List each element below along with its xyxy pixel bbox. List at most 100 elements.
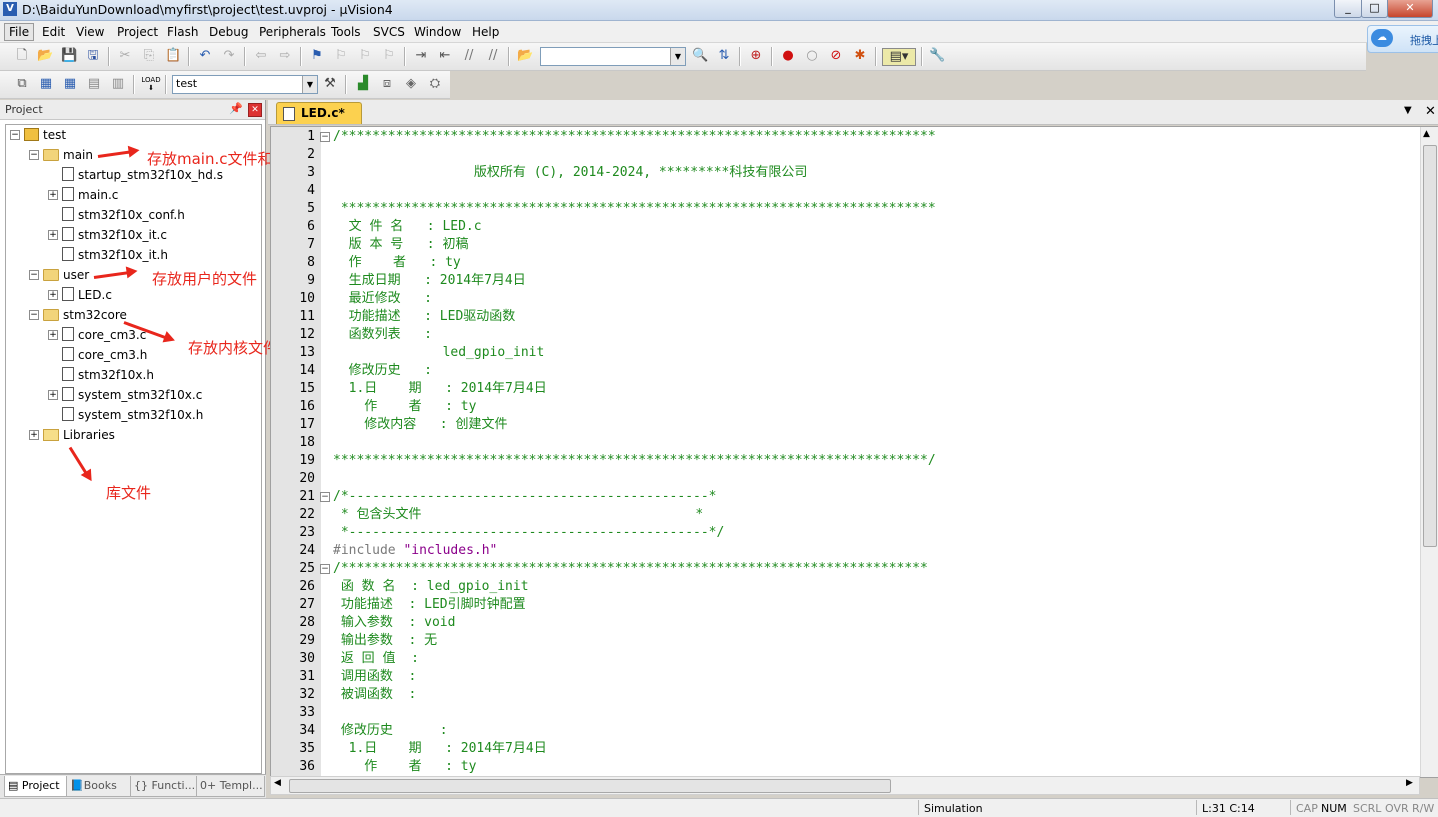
menu-debug[interactable]: Debug <box>205 24 252 40</box>
baidu-drag-widget[interactable]: ☁ 拖拽上 <box>1367 25 1438 53</box>
find-combo[interactable]: ▼ <box>540 47 686 66</box>
tree-item[interactable]: stm32f10x.h <box>62 366 154 384</box>
menu-peripherals[interactable]: Peripherals <box>255 24 330 40</box>
menu-svcs[interactable]: SVCS <box>369 24 409 40</box>
collapse-icon[interactable]: − <box>29 270 39 280</box>
batch-build-icon[interactable]: ▤ <box>86 76 102 92</box>
breakpoint-icon[interactable]: ● <box>780 48 796 64</box>
nav-back-icon[interactable]: ⇦ <box>253 48 269 64</box>
close-icon[interactable]: ✕ <box>248 103 262 117</box>
find-icon[interactable]: 🔍 <box>692 48 708 64</box>
code-editor[interactable]: 1−/*************************************… <box>270 126 1438 778</box>
run-time-env-icon[interactable]: ◈ <box>403 76 419 92</box>
tree-item[interactable]: + stm32f10x_it.c <box>48 226 167 244</box>
nav-forward-icon[interactable]: ⇨ <box>277 48 293 64</box>
next-bookmark-icon[interactable]: ⚐ <box>357 48 373 64</box>
tree-item[interactable]: core_cm3.h <box>62 346 147 364</box>
save-icon[interactable]: 💾 <box>61 48 77 64</box>
minimize-button[interactable]: _ <box>1334 0 1362 18</box>
disable-breakpoint-icon[interactable]: ○ <box>804 48 820 64</box>
comment-icon[interactable]: // <box>461 48 477 64</box>
horizontal-scroll-thumb[interactable] <box>289 779 891 793</box>
kill-breakpoints-icon[interactable]: ✱ <box>852 48 868 64</box>
pin-icon[interactable]: 📌 <box>229 102 243 115</box>
prev-bookmark-icon[interactable]: ⚐ <box>333 48 349 64</box>
redo-icon[interactable]: ↷ <box>221 48 237 64</box>
fold-toggle-icon[interactable]: − <box>320 564 330 574</box>
fold-toggle-icon[interactable]: − <box>320 132 330 142</box>
tree-item[interactable]: − user <box>29 266 89 284</box>
menu-tools[interactable]: Tools <box>327 24 365 40</box>
select-packs-icon[interactable]: ⧈ <box>379 76 395 92</box>
start-debug-icon[interactable]: ⊕ <box>748 48 764 64</box>
menu-edit[interactable]: Edit <box>38 24 69 40</box>
clear-bookmarks-icon[interactable]: ⚐ <box>381 48 397 64</box>
target-options-icon[interactable]: ⚒ <box>322 76 338 92</box>
vertical-scrollbar[interactable]: ▲ <box>1420 127 1438 777</box>
rebuild-icon[interactable]: ▦ <box>62 76 78 92</box>
build-icon[interactable]: ▦ <box>38 76 54 92</box>
tab-list-chevron-icon[interactable]: ▼ <box>1404 105 1412 116</box>
paste-icon[interactable]: 📋 <box>165 48 181 64</box>
tree-item[interactable]: − main <box>29 146 93 164</box>
collapse-icon[interactable]: − <box>10 130 20 140</box>
bookmark-icon[interactable]: ⚑ <box>309 48 325 64</box>
cut-icon[interactable]: ✂ <box>117 48 133 64</box>
tab-project[interactable]: ▤ Project <box>4 776 67 797</box>
target-combo[interactable]: test ▼ <box>172 75 318 94</box>
close-tab-icon[interactable]: ✕ <box>1425 104 1436 119</box>
incremental-find-icon[interactable]: ⇅ <box>716 48 732 64</box>
expand-icon[interactable]: + <box>48 230 58 240</box>
clear-breakpoints-icon[interactable]: ⊘ <box>828 48 844 64</box>
tree-item[interactable]: stm32f10x_it.h <box>62 246 168 264</box>
undo-icon[interactable]: ↶ <box>197 48 213 64</box>
horizontal-scrollbar[interactable]: ◀ ▶ <box>270 776 1420 795</box>
tab-templates[interactable]: 0+ Templ... <box>196 776 265 797</box>
vertical-scroll-thumb[interactable] <box>1423 145 1437 547</box>
maximize-button[interactable]: □ <box>1361 0 1388 18</box>
scroll-up-icon[interactable]: ▲ <box>1423 129 1430 139</box>
scroll-left-icon[interactable]: ◀ <box>274 778 281 788</box>
scroll-right-icon[interactable]: ▶ <box>1406 778 1413 788</box>
tree-item[interactable]: + Libraries <box>29 426 115 444</box>
pack-installer-icon[interactable]: ⛭ <box>427 76 443 92</box>
expand-icon[interactable]: + <box>48 330 58 340</box>
translate-icon[interactable]: ⧉ <box>14 76 30 92</box>
tree-item[interactable]: − test <box>10 126 66 144</box>
uncomment-icon[interactable]: // <box>485 48 501 64</box>
tree-item[interactable]: system_stm32f10x.h <box>62 406 203 424</box>
save-all-icon[interactable]: 🖫 <box>85 48 101 64</box>
tree-item[interactable]: + LED.c <box>48 286 112 304</box>
tree-item[interactable]: + main.c <box>48 186 118 204</box>
collapse-icon[interactable]: − <box>29 310 39 320</box>
expand-icon[interactable]: + <box>48 390 58 400</box>
menu-view[interactable]: View <box>72 24 108 40</box>
tree-item[interactable]: + system_stm32f10x.c <box>48 386 202 404</box>
tab-led-c[interactable]: LED.c* <box>276 102 362 124</box>
collapse-icon[interactable]: − <box>29 150 39 160</box>
window-layout-icon[interactable]: ▤▾ <box>882 48 916 66</box>
find-in-files-icon[interactable]: 📂 <box>517 48 533 64</box>
menu-help[interactable]: Help <box>468 24 503 40</box>
open-folder-icon[interactable]: 📂 <box>37 48 53 64</box>
menu-file[interactable]: File <box>4 23 35 41</box>
tree-item[interactable]: − stm32core <box>29 306 127 324</box>
tree-item[interactable]: stm32f10x_conf.h <box>62 206 185 224</box>
chevron-down-icon[interactable]: ▼ <box>670 48 685 65</box>
config-wrench-icon[interactable]: 🔧 <box>929 48 945 64</box>
download-load-icon[interactable]: LOAD ⬇ <box>141 76 161 92</box>
expand-icon[interactable]: + <box>48 190 58 200</box>
tab-books[interactable]: 📘Books <box>66 776 131 797</box>
tree-item[interactable]: + core_cm3.c <box>48 326 146 344</box>
menu-window[interactable]: Window <box>410 24 465 40</box>
copy-icon[interactable]: ⎘ <box>141 48 157 64</box>
new-file-icon[interactable]: 🗋 <box>14 48 30 64</box>
manage-components-icon[interactable]: ▟ <box>355 76 371 92</box>
chevron-down-icon[interactable]: ▼ <box>302 76 317 93</box>
unindent-icon[interactable]: ⇤ <box>437 48 453 64</box>
fold-toggle-icon[interactable]: − <box>320 492 330 502</box>
menu-project[interactable]: Project <box>113 24 162 40</box>
stop-build-icon[interactable]: ▥ <box>110 76 126 92</box>
indent-icon[interactable]: ⇥ <box>413 48 429 64</box>
expand-icon[interactable]: + <box>48 290 58 300</box>
